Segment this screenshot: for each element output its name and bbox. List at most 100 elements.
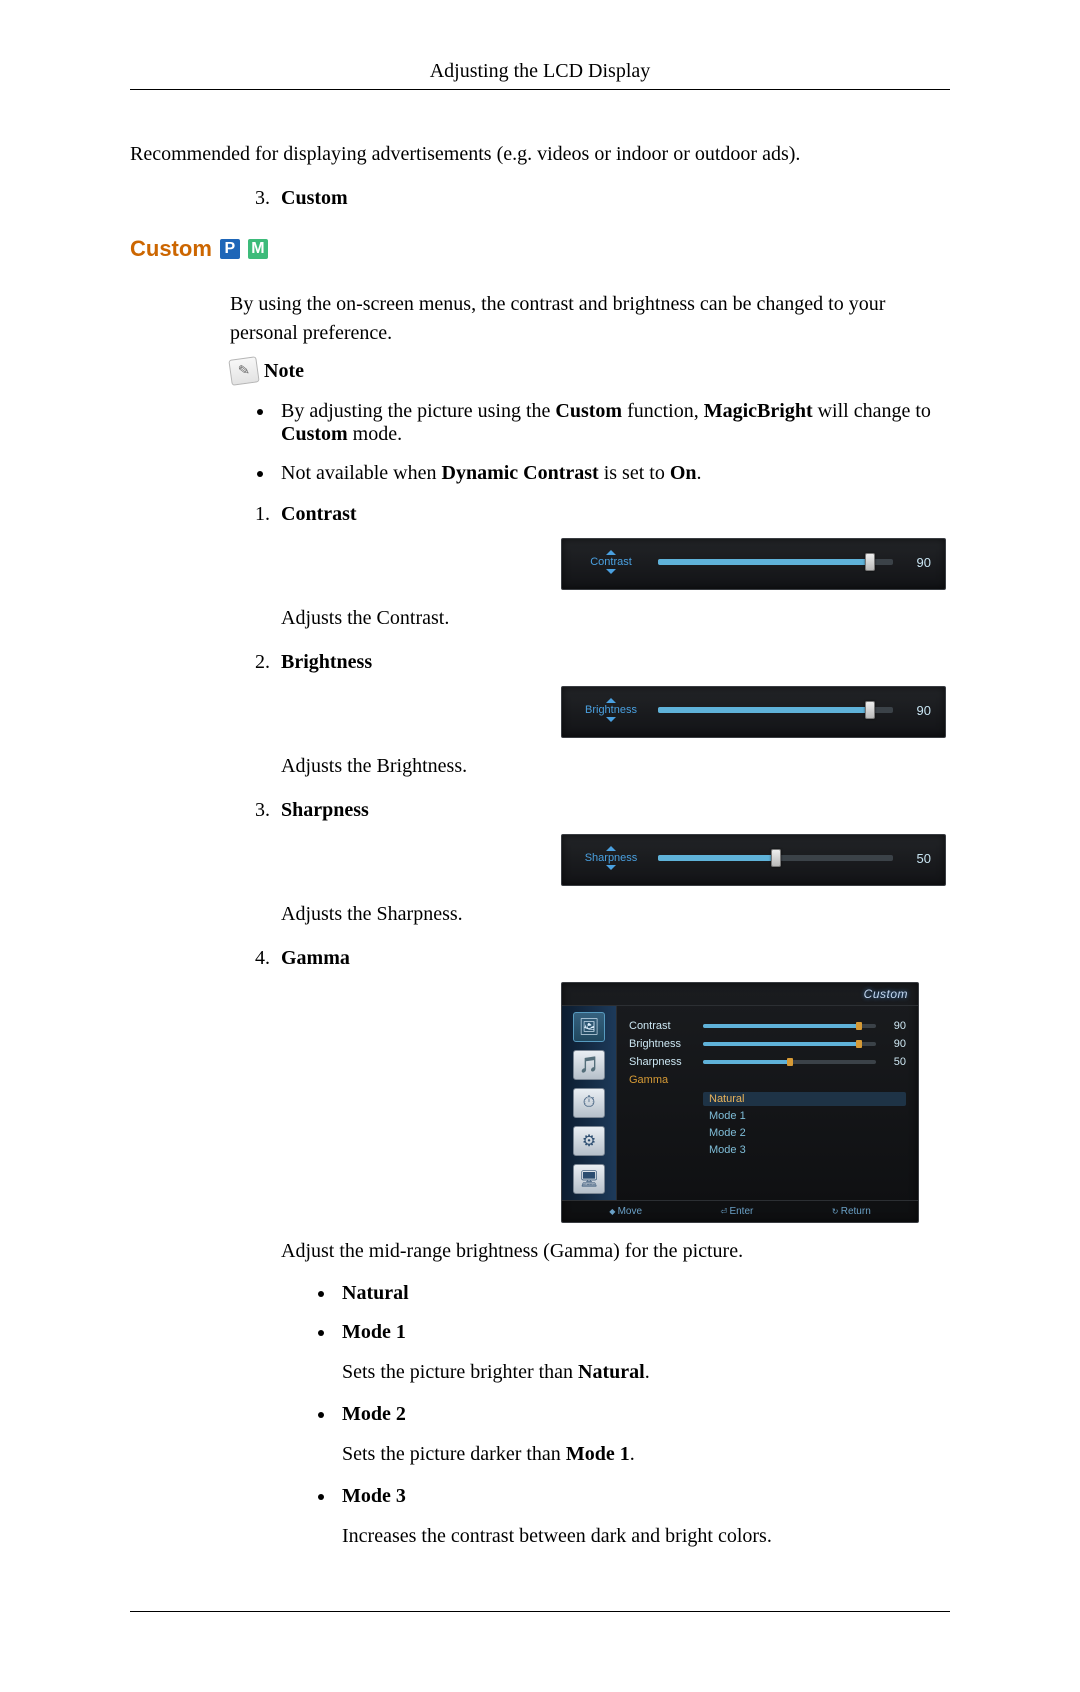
t: Natural <box>578 1361 645 1383</box>
row-val: 50 <box>886 1056 906 1068</box>
osd-menu-body: 🖼 🎵 ⏱ ⚙ 🖥 Contrast 90 Brightnes <box>562 1006 918 1200</box>
footer-return: Return <box>832 1206 871 1217</box>
item-desc: Adjusts the Sharpness. <box>281 900 950 929</box>
sub-label: Mode 1 <box>342 1321 406 1343</box>
osd-label-text: Brightness <box>585 704 637 716</box>
osd-slider-brightness[interactable]: Brightness 90 <box>561 686 946 738</box>
badge-p-icon: P <box>220 239 240 259</box>
item-title: Gamma <box>281 947 350 969</box>
slider-fill <box>658 559 870 565</box>
note-label: Note <box>264 360 304 383</box>
slider-thumb[interactable] <box>865 701 875 719</box>
slider-track[interactable] <box>658 707 893 713</box>
pre-list: Custom <box>245 187 950 210</box>
gamma-opt-mode1[interactable]: Mode 1 <box>703 1109 906 1123</box>
item-brightness: Brightness Brightness 90 Adjusts the Bri… <box>275 651 950 781</box>
menu-row-contrast[interactable]: Contrast 90 <box>629 1020 906 1032</box>
osd-menu-rows: Contrast 90 Brightness 90 Sharpness <box>617 1006 918 1200</box>
timer-tab-icon[interactable]: ⏱ <box>573 1088 605 1118</box>
osd-value: 90 <box>905 703 931 718</box>
picture-tab-icon[interactable]: 🖼 <box>573 1012 605 1042</box>
slider-fill <box>658 855 776 861</box>
menu-row-sharpness[interactable]: Sharpness 50 <box>629 1056 906 1068</box>
sub-label: Mode 2 <box>342 1403 406 1425</box>
row-label: Brightness <box>629 1038 693 1050</box>
slider-thumb[interactable] <box>771 849 781 867</box>
osd-menu-header: Custom <box>562 983 918 1006</box>
osd-label: Sharpness <box>576 845 646 871</box>
footer-enter: Enter <box>721 1206 754 1217</box>
item-desc: Adjust the mid-range brightness (Gamma) … <box>281 1237 950 1266</box>
sub-label: Mode 3 <box>342 1485 406 1507</box>
section-intro: By using the on-screen menus, the contra… <box>230 290 950 348</box>
osd-value: 50 <box>905 851 931 866</box>
setup-tab-icon[interactable]: ⚙ <box>573 1126 605 1156</box>
pre-list-item-custom: Custom <box>275 187 950 210</box>
sub-text: Sets the picture darker than Mode 1. <box>342 1440 950 1469</box>
osd-label-text: Sharpness <box>585 852 638 864</box>
gamma-submenu: Natural Mode 1 Mode 2 Mode 3 <box>703 1092 906 1157</box>
osd-label: Contrast <box>576 549 646 575</box>
item-desc: Adjusts the Contrast. <box>281 604 950 633</box>
gamma-opt-natural[interactable]: Natural <box>703 1092 906 1106</box>
item-gamma: Gamma Custom 🖼 🎵 ⏱ ⚙ 🖥 Contrast <box>275 947 950 1551</box>
t: By adjusting the picture using the <box>281 400 555 422</box>
footer-rule <box>130 1611 950 1612</box>
arrow-up-icon <box>606 550 616 555</box>
gamma-opt-mode3[interactable]: Mode 3 <box>703 1143 906 1157</box>
t: function, <box>622 400 704 422</box>
input-tab-icon[interactable]: 🖥 <box>573 1164 605 1194</box>
slider-fill <box>658 707 870 713</box>
section-title-row: Custom P M <box>130 236 950 262</box>
intro-paragraph: Recommended for displaying advertisement… <box>130 140 950 169</box>
item-title: Sharpness <box>281 799 369 821</box>
item-sharpness: Sharpness Sharpness 50 Adjusts the Sharp… <box>275 799 950 929</box>
row-bar[interactable] <box>703 1060 876 1064</box>
arrow-down-icon <box>606 717 616 722</box>
osd-slider-sharpness[interactable]: Sharpness 50 <box>561 834 946 886</box>
t: is set to <box>599 462 670 484</box>
row-label: Sharpness <box>629 1056 693 1068</box>
sound-tab-icon[interactable]: 🎵 <box>573 1050 605 1080</box>
t: Dynamic Contrast <box>442 462 599 484</box>
osd-menu-footer: Move Enter Return <box>562 1200 918 1222</box>
t: Not available when <box>281 462 442 484</box>
t: Custom <box>281 423 348 445</box>
gamma-sub-natural: Natural <box>336 1282 950 1305</box>
row-label: Contrast <box>629 1020 693 1032</box>
osd-side-icons: 🖼 🎵 ⏱ ⚙ 🖥 <box>562 1006 617 1200</box>
osd-label-text: Contrast <box>590 556 632 568</box>
arrow-up-icon <box>606 698 616 703</box>
row-bar[interactable] <box>703 1042 876 1046</box>
osd-slider-contrast[interactable]: Contrast 90 <box>561 538 946 590</box>
slider-track[interactable] <box>658 559 893 565</box>
osd-value: 90 <box>905 555 931 570</box>
t: . <box>697 462 702 484</box>
menu-row-gamma[interactable]: Gamma <box>629 1074 906 1086</box>
sub-text: Sets the picture brighter than Natural. <box>342 1358 950 1387</box>
t: . <box>630 1443 635 1465</box>
osd-menu-gamma[interactable]: Custom 🖼 🎵 ⏱ ⚙ 🖥 Contrast 90 <box>561 982 919 1223</box>
note-bullets: By adjusting the picture using the Custo… <box>245 400 950 485</box>
note-icon: ✎ <box>228 356 259 386</box>
document-page: Adjusting the LCD Display Recommended fo… <box>0 0 1080 1692</box>
slider-track[interactable] <box>658 855 893 861</box>
settings-list: Contrast Contrast 90 Adjusts the Contras… <box>245 503 950 1551</box>
slider-thumb[interactable] <box>865 553 875 571</box>
gamma-opt-mode2[interactable]: Mode 2 <box>703 1126 906 1140</box>
gamma-sub-mode3: Mode 3 Increases the contrast between da… <box>336 1485 950 1551</box>
osd-menu-title: Custom <box>864 987 908 1001</box>
page-header: Adjusting the LCD Display <box>130 60 950 83</box>
arrow-down-icon <box>606 569 616 574</box>
item-contrast: Contrast Contrast 90 Adjusts the Contras… <box>275 503 950 633</box>
menu-row-brightness[interactable]: Brightness 90 <box>629 1038 906 1050</box>
row-val: 90 <box>886 1020 906 1032</box>
t: Custom <box>555 400 622 422</box>
note-bullet-1: By adjusting the picture using the Custo… <box>275 400 950 446</box>
row-bar[interactable] <box>703 1024 876 1028</box>
gamma-sublist: Natural Mode 1 Sets the picture brighter… <box>306 1282 950 1551</box>
osd-label: Brightness <box>576 697 646 723</box>
t: MagicBright <box>704 400 813 422</box>
row-val: 90 <box>886 1038 906 1050</box>
t: Mode 1 <box>566 1443 630 1465</box>
